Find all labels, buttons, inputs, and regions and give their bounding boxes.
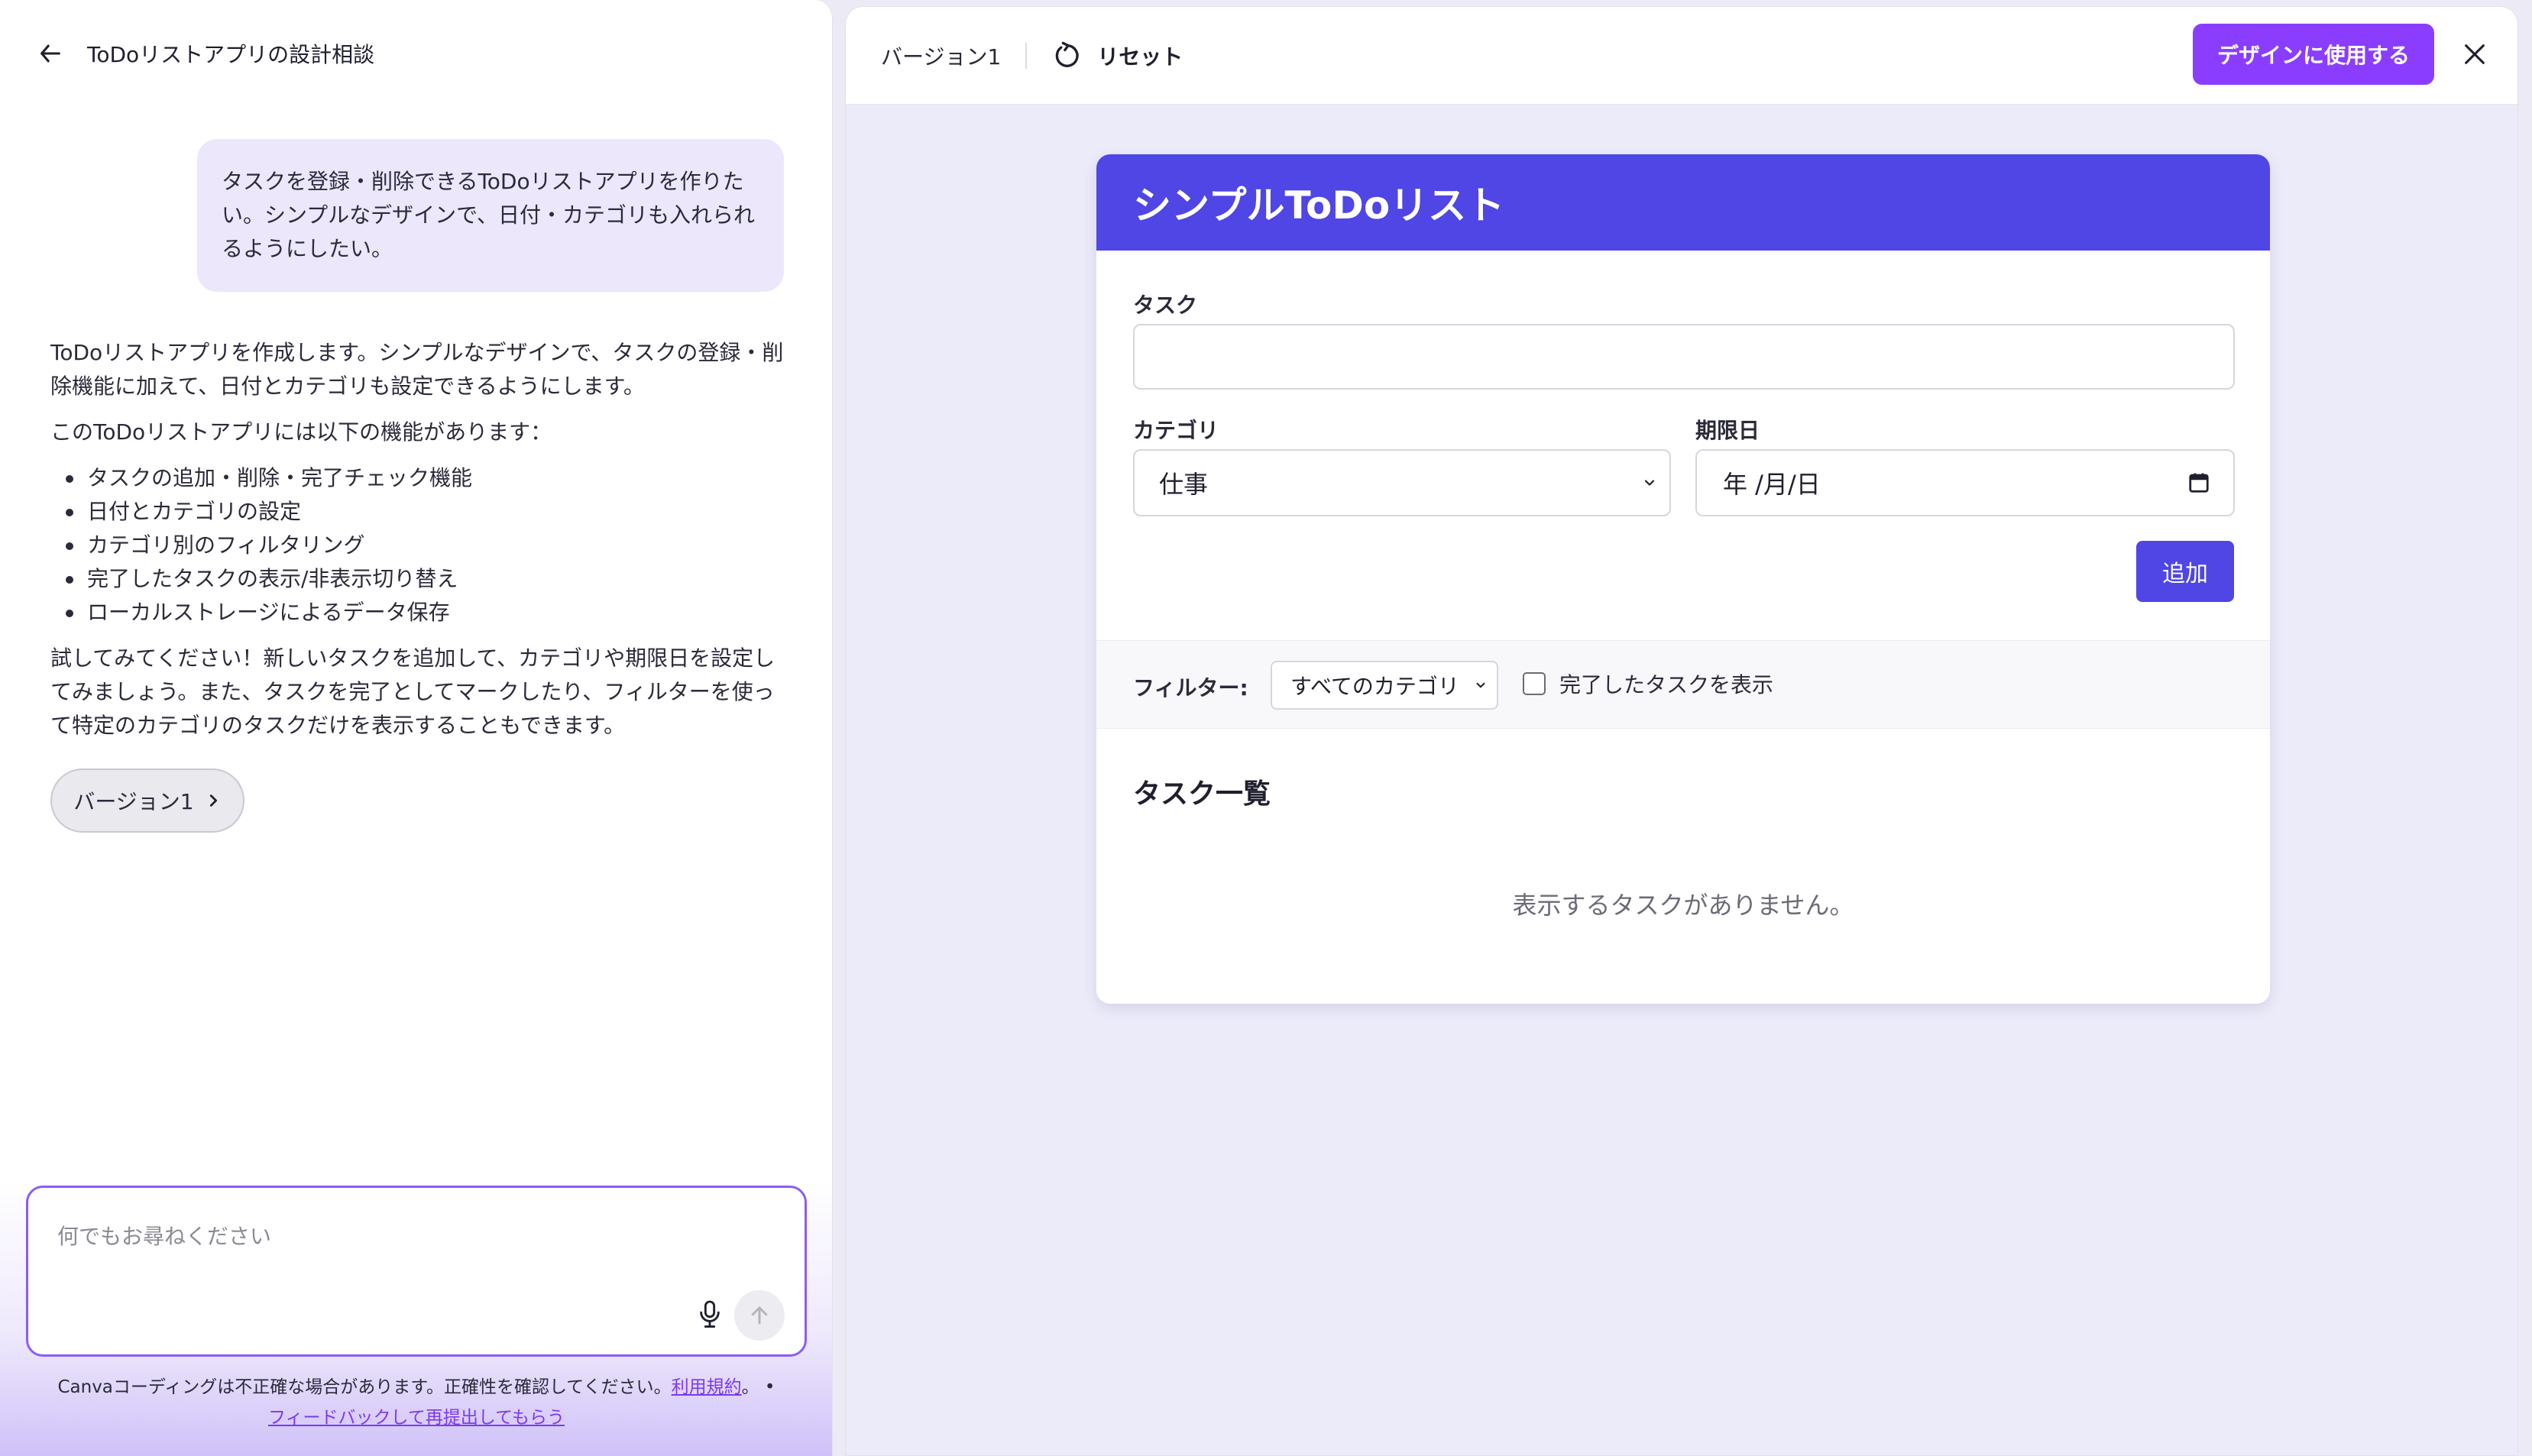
chevron-right-icon [209, 794, 217, 807]
assistant-closing: 試してみてください！新しいタスクを追加して、カテゴリや期限日を設定してみましょう… [50, 645, 775, 738]
disclaimer-separator: 。 • [741, 1377, 775, 1397]
chat-header: ToDoリストアプリの設計相談 [0, 0, 832, 107]
list-item: 完了したタスクの表示/非表示切り替え [50, 562, 792, 596]
close-button[interactable] [2456, 36, 2493, 73]
refresh-icon [1055, 41, 1079, 67]
show-completed-label: 完了したタスクを表示 [1559, 672, 1774, 697]
arrow-up-icon [751, 1306, 768, 1325]
assistant-message: ToDoリストアプリを作成します。シンプルなデザインで、タスクの登録・削除機能に… [50, 336, 792, 755]
chat-title: ToDoリストアプリの設計相談 [87, 42, 375, 67]
due-date-placeholder: 年 /月/日 [1723, 470, 1821, 499]
empty-state-message: 表示するタスクがありません。 [1512, 891, 1854, 920]
send-button[interactable] [734, 1290, 785, 1341]
chat-panel: ToDoリストアプリの設計相談 タスクを登録・削除できるToDoリストアプリを作… [0, 0, 833, 1456]
arrow-left-icon [40, 44, 60, 63]
preview-panel: バージョン1 リセット デザインに使用する シンプルToDoリスト タスク カテ… [845, 6, 2518, 1456]
add-task-button[interactable]: 追加 [2136, 541, 2234, 602]
todo-app-card: シンプルToDoリスト タスク カテゴリ 仕事 期限日 年 /月/日 追加 フィ… [1096, 154, 2270, 1004]
category-value: 仕事 [1159, 470, 1209, 499]
calendar-icon[interactable] [2187, 471, 2210, 494]
version-chip-label: バージョン1 [73, 789, 194, 814]
assistant-features-lead: このToDoリストアプリには以下の機能があります： [50, 419, 552, 445]
preview-toolbar: バージョン1 リセット デザインに使用する [846, 7, 2517, 105]
filter-label: フィルター: [1133, 675, 1248, 700]
list-item: ローカルストレージによるデータ保存 [50, 596, 792, 629]
chevron-down-icon [1476, 682, 1485, 688]
app-title: シンプルToDoリスト [1096, 154, 2270, 251]
task-label: タスク [1133, 293, 1198, 318]
close-icon [2465, 44, 2485, 64]
reset-button[interactable]: リセット [1053, 40, 1183, 71]
category-label: カテゴリ [1133, 418, 1219, 443]
category-select[interactable]: 仕事 [1133, 449, 1671, 516]
chevron-down-icon [1644, 480, 1655, 486]
mic-button[interactable] [688, 1293, 731, 1336]
use-in-design-button[interactable]: デザインに使用する [2193, 24, 2434, 85]
version-chip[interactable]: バージョン1 [50, 768, 244, 833]
task-input[interactable] [1133, 324, 2235, 390]
show-completed-toggle[interactable]: 完了したタスクを表示 [1523, 668, 1773, 699]
list-item: カテゴリ別のフィルタリング [50, 529, 792, 562]
user-message-bubble: タスクを登録・削除できるToDoリストアプリを作りたい。シンプルなデザインで、日… [197, 139, 784, 292]
list-item: 日付とカテゴリの設定 [50, 495, 792, 529]
back-button[interactable] [34, 37, 67, 70]
task-list-title: タスク一覧 [1133, 778, 1271, 810]
chat-input[interactable] [57, 1217, 745, 1255]
filter-value: すべてのカテゴリ [1290, 674, 1459, 699]
chat-input-box [26, 1186, 807, 1357]
assistant-intro: ToDoリストアプリを作成します。シンプルなデザインで、タスクの登録・削除機能に… [50, 340, 784, 399]
due-date-label: 期限日 [1695, 418, 1760, 443]
reset-label: リセット [1097, 44, 1183, 70]
feedback-link[interactable]: フィードバックして再提出してもらう [268, 1408, 565, 1428]
disclaimer: Canvaコーディングは不正確な場合があります。正確性を確認してください。利用規… [0, 1372, 832, 1433]
show-completed-checkbox[interactable] [1523, 672, 1546, 695]
category-filter-select[interactable]: すべてのカテゴリ [1271, 661, 1498, 710]
toolbar-divider [1025, 42, 1028, 69]
disclaimer-text: Canvaコーディングは不正確な場合があります。正確性を確認してください。 [57, 1377, 672, 1397]
list-item: タスクの追加・削除・完了チェック機能 [50, 461, 792, 495]
microphone-icon [700, 1300, 720, 1328]
terms-link[interactable]: 利用規約 [672, 1377, 742, 1397]
feature-list: タスクの追加・削除・完了チェック機能 日付とカテゴリの設定 カテゴリ別のフィルタ… [50, 461, 792, 629]
filter-bar: フィルター: すべてのカテゴリ 完了したタスクを表示 [1096, 640, 2270, 729]
version-label[interactable]: バージョン1 [881, 40, 1001, 71]
due-date-input[interactable]: 年 /月/日 [1695, 449, 2235, 516]
